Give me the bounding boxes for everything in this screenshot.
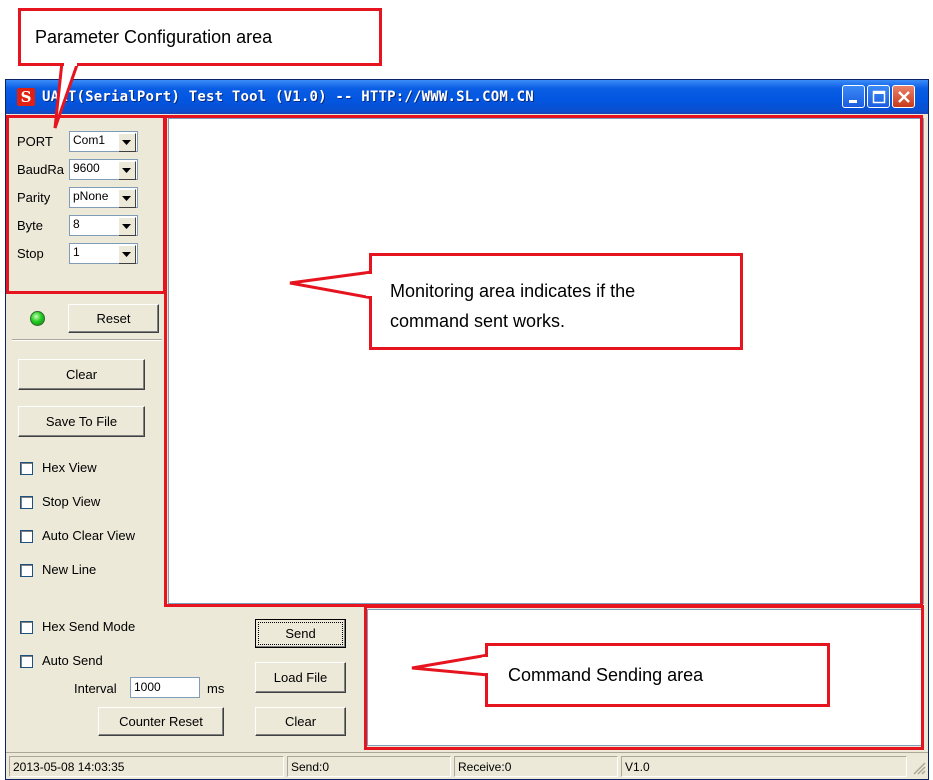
command-callout-pointer	[411, 653, 490, 677]
param-callout-pointer	[53, 60, 81, 129]
command-area-callout: Command Sending area	[485, 643, 830, 707]
monitor-area-callout: Monitoring area indicates if the command…	[369, 253, 743, 350]
monitor-callout-pointer	[289, 270, 374, 300]
param-area-callout-text: Parameter Configuration area	[35, 27, 273, 47]
monitor-callout-line2: command sent works.	[390, 311, 566, 331]
callout-joint	[64, 60, 77, 66]
callout-joint	[366, 274, 373, 296]
monitor-callout-line1: Monitoring area indicates if the	[390, 281, 636, 301]
callout-joint	[482, 657, 489, 673]
param-area-callout: Parameter Configuration area	[18, 8, 382, 66]
command-area-callout-text: Command Sending area	[508, 665, 704, 685]
